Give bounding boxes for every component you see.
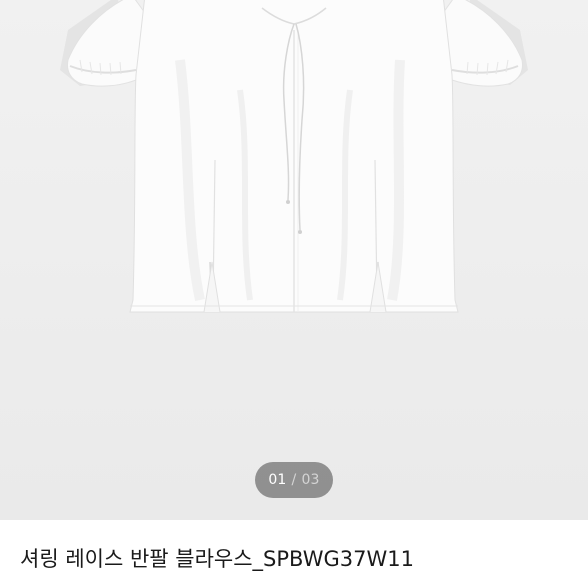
product-image-carousel[interactable]: 01 / 03 (0, 0, 588, 520)
product-title: 셔링 레이스 반팔 블라우스_SPBWG37W11 (20, 547, 414, 571)
blouse-photo (0, 0, 588, 520)
page-indicator: 01 / 03 (255, 462, 333, 498)
product-info-section: 셔링 레이스 반팔 블라우스_SPBWG37W11 (0, 520, 588, 588)
product-detail-screen: 01 / 03 셔링 레이스 반팔 블라우스_SPBWG37W11 (0, 0, 588, 588)
page-separator: / (291, 472, 297, 488)
current-page-number: 01 (268, 472, 287, 488)
total-page-count: 03 (301, 472, 320, 488)
